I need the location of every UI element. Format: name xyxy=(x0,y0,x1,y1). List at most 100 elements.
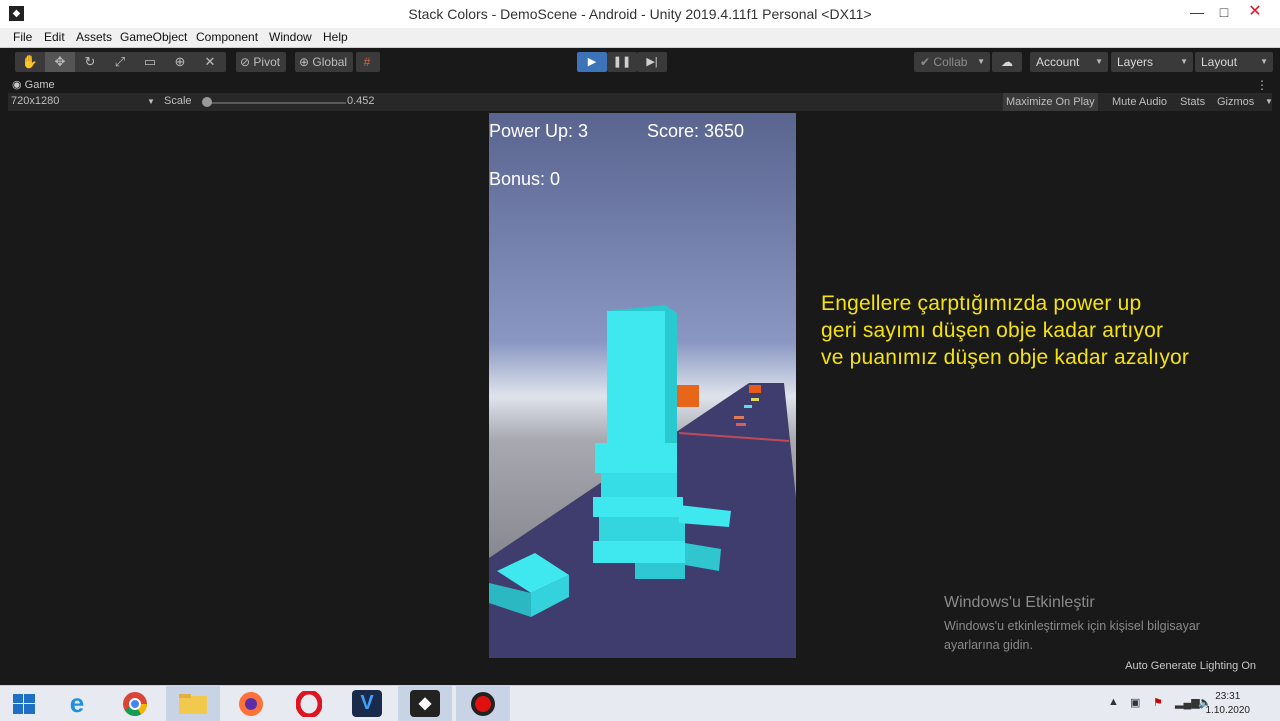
taskbar-file-explorer[interactable] xyxy=(166,686,220,721)
chrome-icon xyxy=(123,692,147,717)
lighting-status: Auto Generate Lighting On xyxy=(1125,660,1256,672)
road-tile xyxy=(744,405,752,408)
score-counter: Score: 3650 xyxy=(647,121,745,141)
chevron-down-icon: ▼ xyxy=(1260,57,1268,66)
pivot-label: Pivot xyxy=(253,55,281,69)
tray-signal-icon[interactable]: ▂▄▆ xyxy=(1175,696,1200,709)
gizmos-dropdown[interactable]: Gizmos xyxy=(1214,93,1257,111)
hand-tool-icon[interactable]: ✋ xyxy=(15,52,45,72)
tray-overflow-icon[interactable]: ▲ xyxy=(1108,696,1119,708)
game-view-toolbar: 720x1280 ▼ Scale 0.452 Maximize On Play … xyxy=(8,93,1273,111)
game-render[interactable]: Power Up: 3 Score: 3650 Bonus: 0 xyxy=(489,113,796,658)
layout-dropdown[interactable]: Layout ▼ xyxy=(1195,52,1273,72)
maximize-on-play-toggle[interactable]: Maximize On Play xyxy=(1003,93,1098,111)
rect-tool-icon[interactable]: ▭ xyxy=(135,52,165,72)
v-app-icon: V xyxy=(352,690,382,717)
layers-dropdown[interactable]: Layers ▼ xyxy=(1111,52,1193,72)
title-bar: ◆ Stack Colors - DemoScene - Android - U… xyxy=(0,0,1280,28)
play-button[interactable]: ▶ xyxy=(577,52,607,72)
global-label: Global xyxy=(312,55,348,69)
caption-line: geri sayımı düşen obje kadar artıyor xyxy=(821,319,1164,342)
more-options-icon[interactable]: ⋮ xyxy=(1256,77,1268,93)
taskbar-visual-studio[interactable]: V xyxy=(340,686,394,721)
unity-icon: ◆ xyxy=(410,690,440,717)
chevron-down-icon[interactable]: ▼ xyxy=(147,97,155,106)
scale-slider-knob[interactable] xyxy=(202,97,212,107)
windows-taskbar: e V ◆ ▲ ▣ ⚑ ▂▄▆ 🔈 23:31 1.10.2020 xyxy=(0,685,1280,721)
maximize-button[interactable]: □ xyxy=(1207,0,1241,28)
caption-line: Engellere çarptığımızda power up xyxy=(821,292,1142,315)
menu-help[interactable]: Help xyxy=(323,30,348,44)
chevron-down-icon: ▼ xyxy=(1095,57,1103,66)
scale-label: Scale xyxy=(164,95,192,107)
scale-value: 0.452 xyxy=(347,95,375,107)
taskbar-clock[interactable]: 23:31 1.10.2020 xyxy=(1206,690,1251,718)
windows-logo-icon xyxy=(13,694,35,714)
activation-line: Windows'u etkinleştirmek için kişisel bi… xyxy=(944,619,1200,633)
tray-network-warning-icon[interactable]: ⚑ xyxy=(1153,696,1163,709)
custom-tool-icon[interactable]: ✕ xyxy=(195,52,225,72)
pause-button[interactable]: ❚❚ xyxy=(607,52,637,72)
step-button[interactable]: ▶| xyxy=(637,52,667,72)
chevron-down-icon: ▼ xyxy=(977,57,985,66)
transform-tool-icon[interactable]: ⊕ xyxy=(165,52,195,72)
opera-icon xyxy=(296,691,322,717)
gamepad-icon: ◉ xyxy=(12,79,22,91)
resolution-dropdown[interactable]: 720x1280 xyxy=(11,95,59,107)
scale-slider-track[interactable] xyxy=(206,102,346,104)
mute-audio-toggle[interactable]: Mute Audio xyxy=(1109,93,1170,111)
road-tile xyxy=(751,398,759,401)
account-dropdown[interactable]: Account ▼ xyxy=(1030,52,1108,72)
status-bar: Auto Generate Lighting On xyxy=(8,658,1272,676)
grid-snap-icon[interactable]: # xyxy=(356,52,380,72)
game-scene xyxy=(489,113,796,658)
global-toggle[interactable]: ⊕ Global xyxy=(295,52,354,72)
obstacle-cube xyxy=(749,385,761,393)
menu-gameobject[interactable]: GameObject xyxy=(120,30,187,44)
account-label: Account xyxy=(1036,55,1080,69)
power-up-counter: Power Up: 3 xyxy=(489,121,589,141)
record-icon xyxy=(471,692,495,716)
menu-window[interactable]: Window xyxy=(269,30,312,44)
activation-line: ayarlarına gidin. xyxy=(944,638,1033,652)
cloud-icon: ☁ xyxy=(1001,55,1013,69)
cloud-button[interactable]: ☁ xyxy=(992,52,1022,72)
tray-device-icon[interactable]: ▣ xyxy=(1130,696,1140,709)
game-tab-row: ◉ Game ⋮ xyxy=(8,77,1272,93)
road-tile xyxy=(736,423,746,426)
menu-edit[interactable]: Edit xyxy=(44,30,65,44)
stats-toggle[interactable]: Stats xyxy=(1177,93,1208,111)
start-button[interactable] xyxy=(0,686,54,721)
scale-tool-icon[interactable]: ⤢ xyxy=(105,52,135,72)
taskbar-unity[interactable]: ◆ xyxy=(398,686,452,721)
collab-label: Collab xyxy=(933,55,968,69)
activation-watermark-title: Windows'u Etkinleştir xyxy=(944,594,1095,611)
collab-button[interactable]: ✔ Collab ▼ xyxy=(914,52,990,72)
activation-watermark-text: Windows'u etkinleştirmek için kişisel bi… xyxy=(944,617,1244,655)
pivot-icon: ⊘ xyxy=(240,55,251,69)
menu-component[interactable]: Component xyxy=(196,30,258,44)
taskbar-chrome[interactable] xyxy=(108,686,162,721)
folder-icon xyxy=(179,694,207,714)
transform-tools: ✋ ✥ ↻ ⤢ ▭ ⊕ ✕ xyxy=(15,52,226,72)
clock-time: 23:31 xyxy=(1215,691,1241,702)
firefox-icon xyxy=(239,692,263,716)
menu-file[interactable]: File xyxy=(13,30,32,44)
taskbar-firefox[interactable] xyxy=(224,686,278,721)
layers-label: Layers xyxy=(1117,55,1154,69)
tab-game-label: Game xyxy=(24,79,55,91)
tab-game[interactable]: ◉ Game xyxy=(8,77,55,93)
move-tool-icon[interactable]: ✥ xyxy=(45,52,75,72)
menu-bar: File Edit Assets GameObject Component Wi… xyxy=(0,28,1280,48)
caption-overlay: Engellere çarptığımızda power up geri sa… xyxy=(821,290,1261,371)
taskbar-opera[interactable] xyxy=(282,686,336,721)
window-title: Stack Colors - DemoScene - Android - Uni… xyxy=(408,6,872,22)
taskbar-obs[interactable] xyxy=(456,686,510,721)
close-button[interactable]: ✕ xyxy=(1238,0,1272,28)
rotate-tool-icon[interactable]: ↻ xyxy=(75,52,105,72)
chevron-down-icon[interactable]: ▼ xyxy=(1265,97,1273,106)
bonus-counter: Bonus: 0 xyxy=(489,169,561,189)
taskbar-internet-explorer[interactable]: e xyxy=(50,686,104,721)
pivot-toggle[interactable]: ⊘ Pivot xyxy=(236,52,287,72)
menu-assets[interactable]: Assets xyxy=(76,30,112,44)
